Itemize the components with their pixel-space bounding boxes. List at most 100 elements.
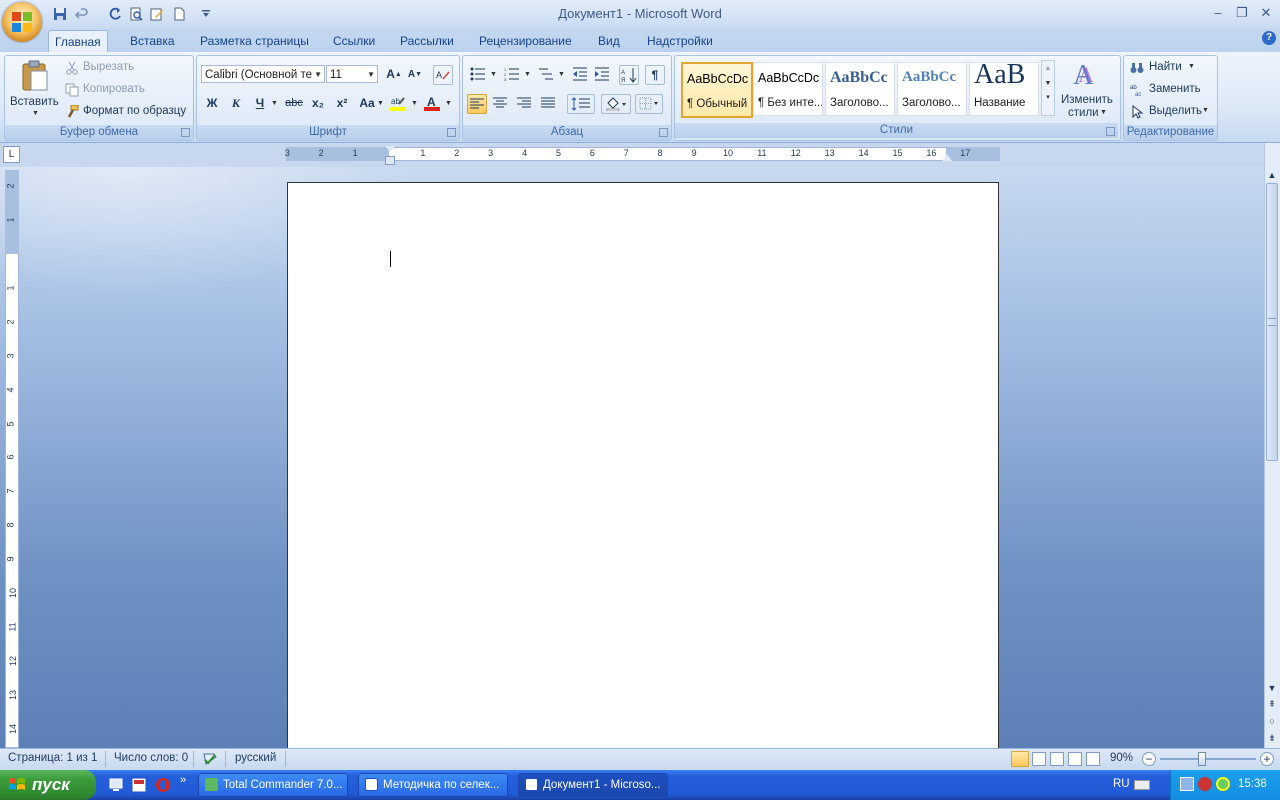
print-layout-view-button[interactable] [1011,751,1029,767]
find-button[interactable]: Найти ▼ [1130,59,1214,77]
style-heading-2[interactable]: AaBbCc Заголово... [897,62,967,116]
word-count-status[interactable]: Число слов: 0 [114,752,188,764]
styles-dialog-launcher[interactable] [1106,127,1115,136]
superscript-button[interactable]: x² [333,94,351,112]
sort-button[interactable]: AЯ [619,65,639,85]
multilevel-dropdown-icon[interactable]: ▼ [558,71,565,78]
help-icon[interactable]: ? [1262,31,1276,45]
underline-dropdown-icon[interactable]: ▼ [271,100,278,107]
scroll-up-button[interactable]: ▲ [1265,167,1279,183]
tab-review[interactable]: Рецензирование [473,30,578,52]
full-screen-reading-button[interactable] [1032,752,1046,766]
next-page-button[interactable]: ⇟ [1265,730,1279,746]
minimize-button[interactable]: – [1206,4,1230,22]
cut-button[interactable]: Вырезать [63,59,173,77]
style-normal[interactable]: AaBbCcDc ¶ Обычный [681,62,753,118]
clipboard-dialog-launcher[interactable] [181,128,190,137]
bullets-dropdown-icon[interactable]: ▼ [490,71,497,78]
draft-view-button[interactable] [1086,752,1100,766]
paragraph-dialog-launcher[interactable] [659,128,668,137]
numbering-button[interactable]: 123 [503,65,521,83]
bullets-button[interactable] [469,65,487,83]
font-color-dropdown-icon[interactable]: ▼ [445,100,452,107]
paste-button[interactable]: Вставить ▼ [10,58,59,117]
font-family-select[interactable]: Calibri (Основной те ▼ [201,65,325,83]
antivirus-icon[interactable] [1198,777,1212,791]
close-button[interactable]: ✕ [1254,4,1278,22]
shrink-font-button[interactable]: A ▼ [406,65,424,83]
tab-view[interactable]: Вид [592,30,626,52]
tab-references[interactable]: Ссылки [327,30,381,52]
right-indent-marker[interactable] [942,154,952,161]
strikethrough-button[interactable]: abc [285,94,303,112]
replace-button[interactable]: ab ac Заменить [1130,81,1214,99]
proofing-icon[interactable] [202,751,218,767]
taskbar-item-metodichka[interactable]: Методичка по селек... [358,773,508,797]
format-painter-button[interactable]: Формат по образцу [63,103,191,121]
word-quicklaunch-icon[interactable] [131,777,147,793]
zoom-in-button[interactable]: + [1260,752,1274,766]
styles-gallery-scroll[interactable]: ▲ ▼ ▾ [1041,60,1055,116]
decrease-indent-button[interactable] [571,65,589,83]
tab-addins[interactable]: Надстройки [641,30,719,52]
scroll-up-icon[interactable]: ▲ [1042,65,1054,72]
style-title[interactable]: AaB Название [969,62,1039,116]
borders-button[interactable] [635,94,663,114]
change-case-button[interactable]: Aa [358,94,376,112]
page-count-status[interactable]: Страница: 1 из 1 [8,752,97,764]
opera-quicklaunch-icon[interactable] [155,777,171,793]
zoom-slider-track[interactable] [1160,758,1256,760]
change-styles-button[interactable]: AA Изменить стили ▼ [1058,58,1114,122]
restore-button[interactable]: ❐ [1230,4,1254,22]
font-size-select[interactable]: 11 ▼ [326,65,378,83]
gallery-more-icon[interactable]: ▾ [1042,93,1054,101]
clock[interactable]: 15:38 [1238,778,1267,790]
language-indicator[interactable]: RU [1113,778,1130,790]
subscript-button[interactable]: x₂ [309,94,327,112]
tab-insert[interactable]: Вставка [124,30,181,52]
shading-button[interactable] [601,94,631,114]
style-heading-1[interactable]: AaBbCc Заголово... [825,62,895,116]
web-layout-button[interactable] [1050,752,1064,766]
align-right-button[interactable] [515,94,533,112]
scroll-down-icon[interactable]: ▼ [1042,80,1054,87]
previous-page-button[interactable]: ⇞ [1265,696,1279,712]
select-button[interactable]: Выделить ▼ [1130,103,1214,121]
taskbar-item-total-commander[interactable]: Total Commander 7.0... [198,773,348,797]
grow-font-button[interactable]: A ▲ [385,65,403,83]
font-dialog-launcher[interactable] [447,128,456,137]
zoom-level[interactable]: 90% [1110,752,1133,764]
tab-page-layout[interactable]: Разметка страницы [194,30,315,52]
select-browse-object-button[interactable]: ○ [1265,713,1279,729]
highlight-button[interactable]: ab [389,94,407,112]
numbering-dropdown-icon[interactable]: ▼ [524,71,531,78]
line-spacing-button[interactable] [567,94,595,114]
tray-status-icon[interactable] [1216,777,1230,791]
align-center-button[interactable] [491,94,509,112]
office-button[interactable] [2,2,42,42]
font-color-button[interactable]: A [423,94,441,112]
keyboard-icon[interactable] [1134,780,1150,790]
italic-button[interactable]: К [227,94,245,112]
show-desktop-icon[interactable] [108,777,124,793]
style-no-spacing[interactable]: AaBbCcDc ¶ Без инте... [753,62,823,116]
change-case-dropdown-icon[interactable]: ▼ [377,100,384,107]
clear-formatting-button[interactable]: A [433,65,453,85]
document-page[interactable] [287,182,999,762]
zoom-out-button[interactable]: − [1142,752,1156,766]
justify-button[interactable] [539,94,557,112]
taskbar-item-document1[interactable]: Документ1 - Microso... [518,773,668,797]
bold-button[interactable]: Ж [203,94,221,112]
language-status[interactable]: русский [235,752,276,764]
show-formatting-button[interactable]: ¶ [645,65,665,85]
scroll-down-button[interactable]: ▼ [1265,680,1279,696]
left-indent-marker[interactable] [385,156,395,165]
tab-home[interactable]: Главная [48,30,108,53]
tab-mailings[interactable]: Рассылки [394,30,460,52]
start-button[interactable]: пуск [0,770,96,800]
quicklaunch-more-icon[interactable]: » [180,774,186,786]
increase-indent-button[interactable] [593,65,611,83]
multilevel-list-button[interactable] [537,65,555,83]
copy-button[interactable]: Копировать [63,81,173,99]
network-icon[interactable] [1180,777,1194,791]
